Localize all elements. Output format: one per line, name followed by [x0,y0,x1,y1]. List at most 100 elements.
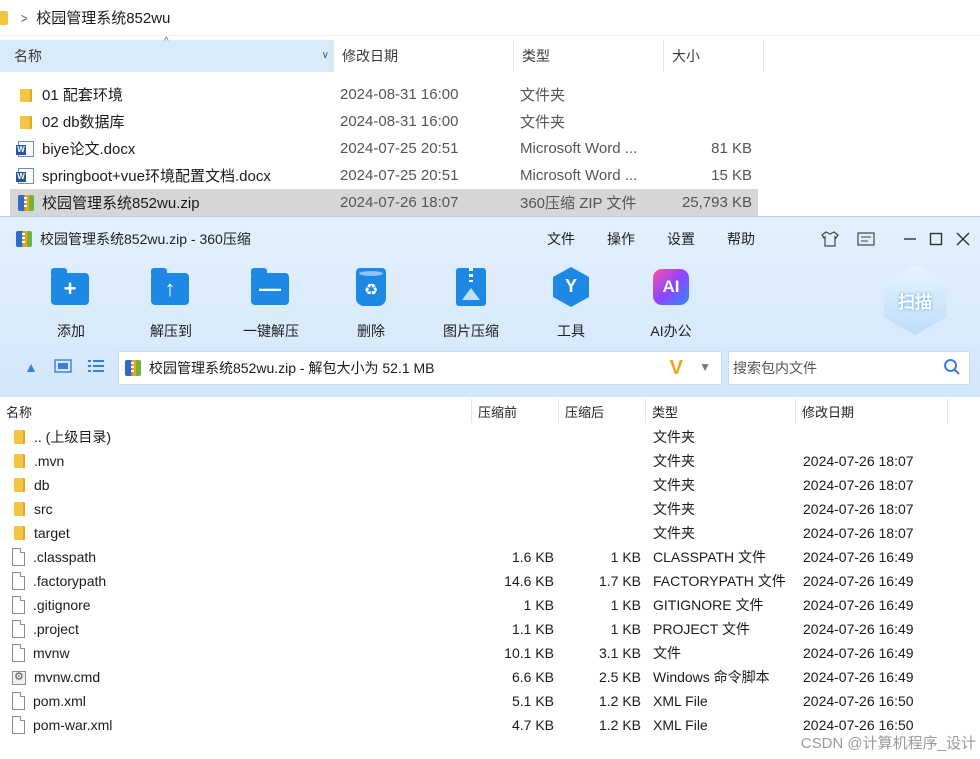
image-compress-label: 图片压缩 [443,323,499,339]
address-row: ▲ 校园管理系统852wu.zip - 解包大小为 52.1 MB V ▼ 搜索… [0,349,980,385]
file-type: 360压缩 ZIP 文件 [520,195,637,212]
column-date[interactable]: 修改日期 [796,399,948,423]
entry-original-size: 1.1 KB [511,621,554,637]
entry-compressed-size: 1.7 KB [598,573,641,589]
delete-button[interactable]: ♻ 删除 [326,265,416,341]
column-size-label: 大小 [672,48,700,64]
extract-to-button[interactable]: ↑ 解压到 [126,265,216,341]
column-type[interactable]: 类型 [646,399,796,423]
file-name: 02 db数据库 [18,108,125,135]
entry-date: 2024-07-26 16:49 [803,621,914,637]
zip-entry-row[interactable]: target 文件夹 2024-07-26 18:07 [0,521,980,545]
entry-date: 2024-07-26 18:07 [803,525,914,541]
zip-entry-row[interactable]: .mvn 文件夹 2024-07-26 18:07 [0,449,980,473]
column-compressed-size[interactable]: 压缩后 [559,399,646,423]
menu-settings[interactable]: 设置 [667,225,695,253]
close-icon[interactable] [950,225,976,253]
zip-entry-row[interactable]: .. (上级目录) 文件夹 [0,425,980,449]
address-bar[interactable]: 校园管理系统852wu.zip - 解包大小为 52.1 MB V ▼ [118,351,722,385]
zip-entry-row[interactable]: pom.xml 5.1 KB 1.2 KB XML File 2024-07-26 16… [0,689,980,713]
entry-name: src [12,497,53,521]
feedback-icon[interactable] [853,225,879,253]
entry-name-text: .classpath [33,549,97,565]
zip-entry-row[interactable]: db 文件夹 2024-07-26 18:07 [0,473,980,497]
zip-entry-row[interactable]: src 文件夹 2024-07-26 18:07 [0,497,980,521]
scan-button[interactable]: 扫描 [884,265,946,335]
zip-entry-row[interactable]: .classpath 1.6 KB 1 KB CLASSPATH 文件 2024-07-… [0,545,980,569]
up-arrow-icon[interactable]: ▲ [22,359,40,375]
entry-date: 2024-07-26 16:49 [803,549,914,565]
entry-name-text: src [34,501,53,517]
entry-name: mvnw.cmd [12,665,100,689]
entry-type: 文件夹 [653,525,695,541]
column-size[interactable]: 大小 [664,40,764,72]
explorer-row[interactable]: biye论文.docx 2024-07-25 20:51 Microsoft Wor… [10,135,758,162]
menu-file[interactable]: 文件 [547,225,575,253]
entry-name-text: pom.xml [33,693,86,709]
zip-entry-row[interactable]: mvnw 10.1 KB 3.1 KB 文件 2024-07-26 16:49 [0,641,980,665]
breadcrumb-current[interactable]: 校园管理系统852wu [36,7,170,28]
file-name-text: springboot+vue环境配置文档.docx [42,168,271,185]
file-size: 25,793 KB [681,194,752,211]
chevron-right-icon[interactable]: > [21,10,28,26]
explorer-column-header: ^ 名称 ∨ 修改日期 类型 大小 [0,36,980,72]
explorer-row[interactable]: springboot+vue环境配置文档.docx 2024-07-25 20:5… [10,162,758,189]
one-click-extract-label: 一键解压 [243,323,299,339]
zip-entry-row[interactable]: .project 1.1 KB 1 KB PROJECT 文件 2024-07-26 1… [0,617,980,641]
zip-entry-row[interactable]: .gitignore 1 KB 1 KB GITIGNORE 文件 2024-07-26… [0,593,980,617]
file-icon [12,620,25,638]
tools-button[interactable]: Y 工具 [526,265,616,341]
search-input[interactable]: 搜索包内文件 [728,351,970,385]
chevron-down-icon[interactable]: ▼ [699,360,711,374]
search-icon[interactable] [943,358,961,376]
column-name[interactable]: 名称 [0,399,472,423]
entry-name-text: .gitignore [33,597,91,613]
file-icon [12,644,25,662]
menu-help[interactable]: 帮助 [727,225,755,253]
entry-name-text: mvnw [33,645,70,661]
word-doc-icon [16,167,34,184]
zip-entry-row[interactable]: .factorypath 14.6 KB 1.7 KB FACTORYPATH 文件 2… [0,569,980,593]
add-label: 添加 [57,323,85,339]
file-date: 2024-07-25 20:51 [340,167,459,184]
column-name[interactable]: ^ 名称 ∨ [0,36,334,72]
entry-original-size: 1.6 KB [511,549,554,565]
skin-icon[interactable] [817,225,843,253]
zip-icon [18,194,34,211]
entry-type: GITIGNORE 文件 [653,597,764,613]
add-button[interactable]: + 添加 [26,265,116,341]
explorer-row[interactable]: 01 配套环境 2024-08-31 16:00 文件夹 [10,81,758,108]
file-icon [12,692,25,710]
chevron-down-icon[interactable]: ∨ [322,50,329,61]
zip-icon [16,231,32,247]
file-date: 2024-08-31 16:00 [340,86,459,103]
list-view-icon[interactable] [87,359,105,375]
column-name-label: 名称 [14,48,42,64]
v-logo-icon[interactable]: V [670,357,683,380]
column-date-label: 修改日期 [342,48,398,64]
zip-entry-row[interactable]: mvnw.cmd 6.6 KB 2.5 KB Windows 命令脚本 2024-07-… [0,665,980,689]
file-icon [12,548,25,566]
explorer-row[interactable]: 02 db数据库 2024-08-31 16:00 文件夹 [10,108,758,135]
maximize-icon[interactable] [923,225,949,253]
explorer-row[interactable]: 校园管理系统852wu.zip 2024-07-26 18:07 360压缩 ZIP… [10,189,758,216]
entry-name: .. (上级目录) [12,425,111,449]
ai-office-label: AI办公 [650,323,692,339]
one-click-extract-button[interactable]: — 一键解压 [226,265,316,341]
entry-original-size: 1 KB [523,597,554,613]
tools-label: 工具 [557,323,585,339]
menu-operation[interactable]: 操作 [607,225,635,253]
column-type[interactable]: 类型 [514,40,664,72]
recycle-bin-icon: ♻ [351,267,391,307]
column-date[interactable]: 修改日期 [334,40,514,72]
image-compress-button[interactable]: 图片压缩 [426,265,516,341]
entry-original-size: 10.1 KB [504,645,554,661]
ai-office-button[interactable]: AI AI办公 [626,265,716,341]
file-name: biye论文.docx [16,135,135,162]
entry-name-text: .factorypath [33,573,107,589]
folder-icon [12,476,26,494]
column-original-size[interactable]: 压缩前 [472,399,559,423]
thumbnail-view-icon[interactable] [54,359,72,375]
file-type: Microsoft Word ... [520,140,638,157]
minimize-icon[interactable] [897,225,923,253]
